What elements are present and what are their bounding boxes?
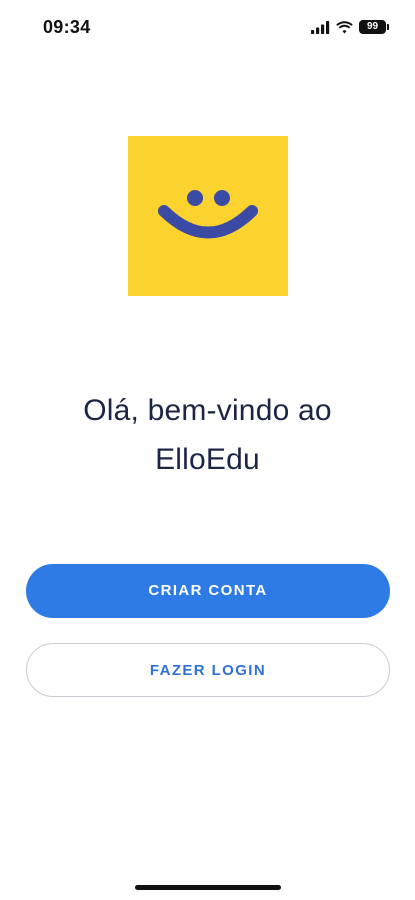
welcome-line-2: ElloEdu [155,443,260,476]
app-logo [128,136,288,296]
home-indicator[interactable] [135,885,281,890]
status-time: 09:34 [43,17,91,37]
welcome-heading: Olá, bem-vindo ao ElloEdu [20,386,395,484]
create-account-button[interactable]: CRIAR CONTA [26,564,390,618]
status-bar: 09:34 99 [0,0,415,56]
battery-icon: 99 [359,20,389,34]
status-icons: 99 [311,19,389,35]
login-button[interactable]: FAZER LOGIN [26,643,390,697]
signal-icon [311,20,330,34]
smiley-face-icon [158,190,258,239]
wifi-icon [336,20,353,33]
battery-level: 99 [366,21,379,32]
welcome-line-1: Olá, bem-vindo ao [83,394,332,427]
